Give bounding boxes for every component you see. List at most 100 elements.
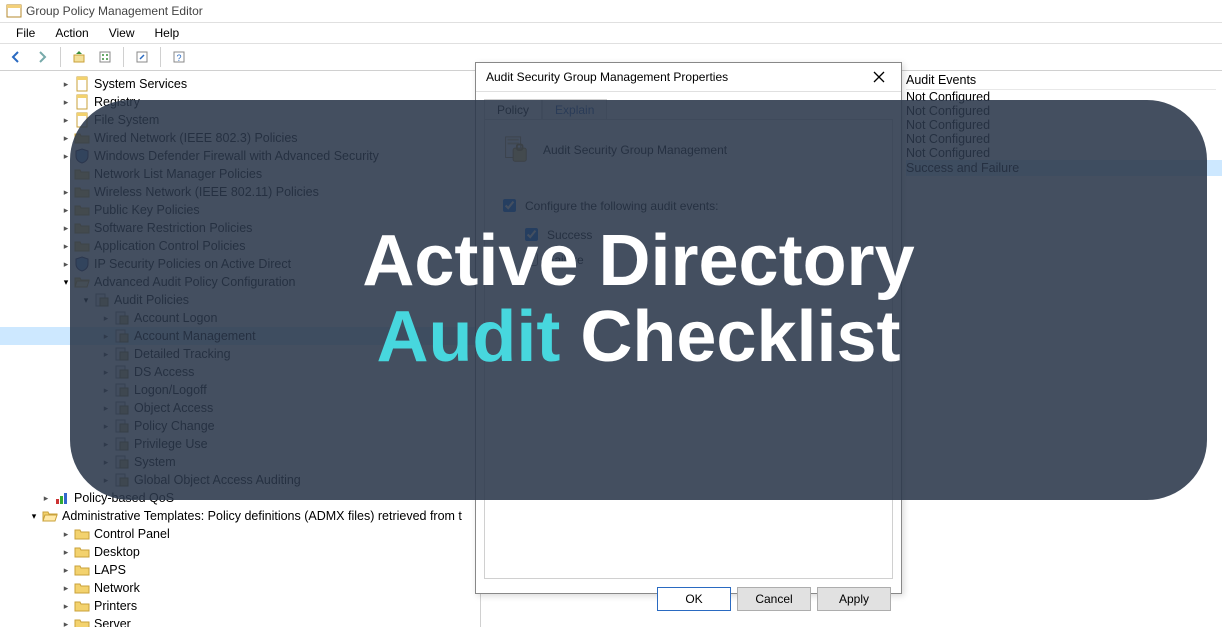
expand-arrow[interactable] bbox=[80, 295, 92, 306]
expand-arrow[interactable] bbox=[28, 511, 40, 522]
failure-checkbox-row[interactable]: Failure bbox=[521, 250, 878, 269]
tree-item-qos[interactable]: Policy-based QoS bbox=[0, 489, 480, 507]
tree-item[interactable]: Wireless Network (IEEE 802.11) Policies bbox=[0, 183, 480, 201]
tree-item[interactable]: File System bbox=[0, 111, 480, 129]
tree-item[interactable]: Application Control Policies bbox=[0, 237, 480, 255]
apply-button[interactable]: Apply bbox=[817, 587, 891, 611]
app-icon bbox=[6, 3, 22, 19]
tree-item[interactable]: Control Panel bbox=[0, 525, 480, 543]
tree-item[interactable]: Desktop bbox=[0, 543, 480, 561]
tree-item[interactable]: Network List Manager Policies bbox=[0, 165, 480, 183]
close-button[interactable] bbox=[865, 67, 893, 87]
expand-arrow[interactable] bbox=[60, 151, 72, 162]
expand-arrow[interactable] bbox=[60, 187, 72, 198]
tree-label: Server bbox=[94, 617, 131, 627]
tree-item[interactable]: Server bbox=[0, 615, 480, 627]
tree-item-audit-sub[interactable]: Privilege Use bbox=[0, 435, 480, 453]
tree-item[interactable]: Software Restriction Policies bbox=[0, 219, 480, 237]
expand-arrow[interactable] bbox=[60, 223, 72, 234]
tree-item[interactable]: Wired Network (IEEE 802.3) Policies bbox=[0, 129, 480, 147]
tree-item-audit-sub[interactable]: Object Access bbox=[0, 399, 480, 417]
toolbar-separator bbox=[123, 47, 124, 67]
expand-arrow[interactable] bbox=[60, 79, 72, 90]
up-button[interactable] bbox=[67, 45, 91, 69]
tree-item-audit-sub[interactable]: Global Object Access Auditing bbox=[0, 471, 480, 489]
expand-arrow[interactable] bbox=[100, 385, 112, 396]
tree-item[interactable]: Windows Defender Firewall with Advanced … bbox=[0, 147, 480, 165]
tree-label: Public Key Policies bbox=[94, 203, 200, 217]
expand-arrow[interactable] bbox=[60, 133, 72, 144]
tree-label: Wired Network (IEEE 802.3) Policies bbox=[94, 131, 298, 145]
menu-help[interactable]: Help bbox=[145, 24, 190, 42]
forward-button[interactable] bbox=[30, 45, 54, 69]
tree-item[interactable]: IP Security Policies on Active Direct bbox=[0, 255, 480, 273]
tree-item-admx[interactable]: Administrative Templates: Policy definit… bbox=[0, 507, 480, 525]
expand-arrow[interactable] bbox=[100, 313, 112, 324]
expand-arrow[interactable] bbox=[60, 277, 72, 288]
tree-item-audit-sub[interactable]: DS Access bbox=[0, 363, 480, 381]
expand-arrow[interactable] bbox=[100, 475, 112, 486]
expand-arrow[interactable] bbox=[100, 457, 112, 468]
folder-icon bbox=[74, 616, 90, 627]
audit-event-value[interactable]: Not Configured bbox=[906, 145, 990, 161]
expand-arrow[interactable] bbox=[100, 403, 112, 414]
expand-arrow[interactable] bbox=[60, 241, 72, 252]
expand-arrow[interactable] bbox=[60, 619, 72, 627]
expand-arrow[interactable] bbox=[100, 349, 112, 360]
cancel-button[interactable]: Cancel bbox=[737, 587, 811, 611]
title-bar: Group Policy Management Editor bbox=[0, 0, 1222, 23]
expand-arrow[interactable] bbox=[100, 421, 112, 432]
success-checkbox[interactable] bbox=[525, 228, 538, 241]
expand-arrow[interactable] bbox=[60, 583, 72, 594]
expand-arrow[interactable] bbox=[60, 259, 72, 270]
expand-arrow[interactable] bbox=[60, 529, 72, 540]
configure-checkbox-row[interactable]: Configure the following audit events: bbox=[499, 196, 878, 215]
folder-icon bbox=[74, 130, 90, 146]
tree-label: Logon/Logoff bbox=[134, 383, 207, 397]
expand-arrow[interactable] bbox=[60, 601, 72, 612]
options-button[interactable] bbox=[93, 45, 117, 69]
tree-item[interactable]: System Services bbox=[0, 75, 480, 93]
policy-icon bbox=[114, 436, 130, 452]
tree-item-audit-sub[interactable]: Detailed Tracking bbox=[0, 345, 480, 363]
tree-item-audit-sub[interactable]: System bbox=[0, 453, 480, 471]
menu-view[interactable]: View bbox=[99, 24, 145, 42]
expand-arrow[interactable] bbox=[60, 97, 72, 108]
tree-item[interactable]: Printers bbox=[0, 597, 480, 615]
back-button[interactable] bbox=[4, 45, 28, 69]
tree-item[interactable]: LAPS bbox=[0, 561, 480, 579]
column-header-audit-events[interactable]: Audit Events bbox=[906, 71, 1216, 90]
tab-explain[interactable]: Explain bbox=[542, 99, 607, 120]
tree-item[interactable]: Registry bbox=[0, 93, 480, 111]
expand-arrow[interactable] bbox=[100, 331, 112, 342]
help-button[interactable]: ? bbox=[167, 45, 191, 69]
expand-arrow[interactable] bbox=[60, 115, 72, 126]
tree-item-audit-policies[interactable]: Audit Policies bbox=[0, 291, 480, 309]
expand-arrow[interactable] bbox=[100, 367, 112, 378]
tree-label: Policy Change bbox=[134, 419, 215, 433]
audit-event-value[interactable]: Success and Failure bbox=[906, 160, 1222, 176]
menu-action[interactable]: Action bbox=[45, 24, 98, 42]
tree-label: Application Control Policies bbox=[94, 239, 245, 253]
expand-arrow[interactable] bbox=[60, 565, 72, 576]
tree-item-audit-sub[interactable]: Account Logon bbox=[0, 309, 480, 327]
scroll-icon bbox=[74, 112, 90, 128]
expand-arrow[interactable] bbox=[60, 547, 72, 558]
tree-item-audit-sub[interactable]: Logon/Logoff bbox=[0, 381, 480, 399]
refresh-button[interactable] bbox=[130, 45, 154, 69]
expand-arrow[interactable] bbox=[100, 439, 112, 450]
tree-item-audit-sub[interactable]: Policy Change bbox=[0, 417, 480, 435]
menu-file[interactable]: File bbox=[6, 24, 45, 42]
expand-arrow[interactable] bbox=[40, 493, 52, 504]
ok-button[interactable]: OK bbox=[657, 587, 731, 611]
failure-checkbox[interactable] bbox=[525, 253, 538, 266]
tree-item[interactable]: Network bbox=[0, 579, 480, 597]
tab-policy[interactable]: Policy bbox=[484, 99, 542, 120]
success-checkbox-row[interactable]: Success bbox=[521, 225, 878, 244]
tree-item-audit-sub[interactable]: Account Management bbox=[0, 327, 480, 345]
expand-arrow[interactable] bbox=[60, 205, 72, 216]
tree-pane[interactable]: System Services Registry File System Wir… bbox=[0, 71, 481, 627]
configure-checkbox[interactable] bbox=[503, 199, 516, 212]
tree-item[interactable]: Public Key Policies bbox=[0, 201, 480, 219]
tree-item-adv-audit[interactable]: Advanced Audit Policy Configuration bbox=[0, 273, 480, 291]
